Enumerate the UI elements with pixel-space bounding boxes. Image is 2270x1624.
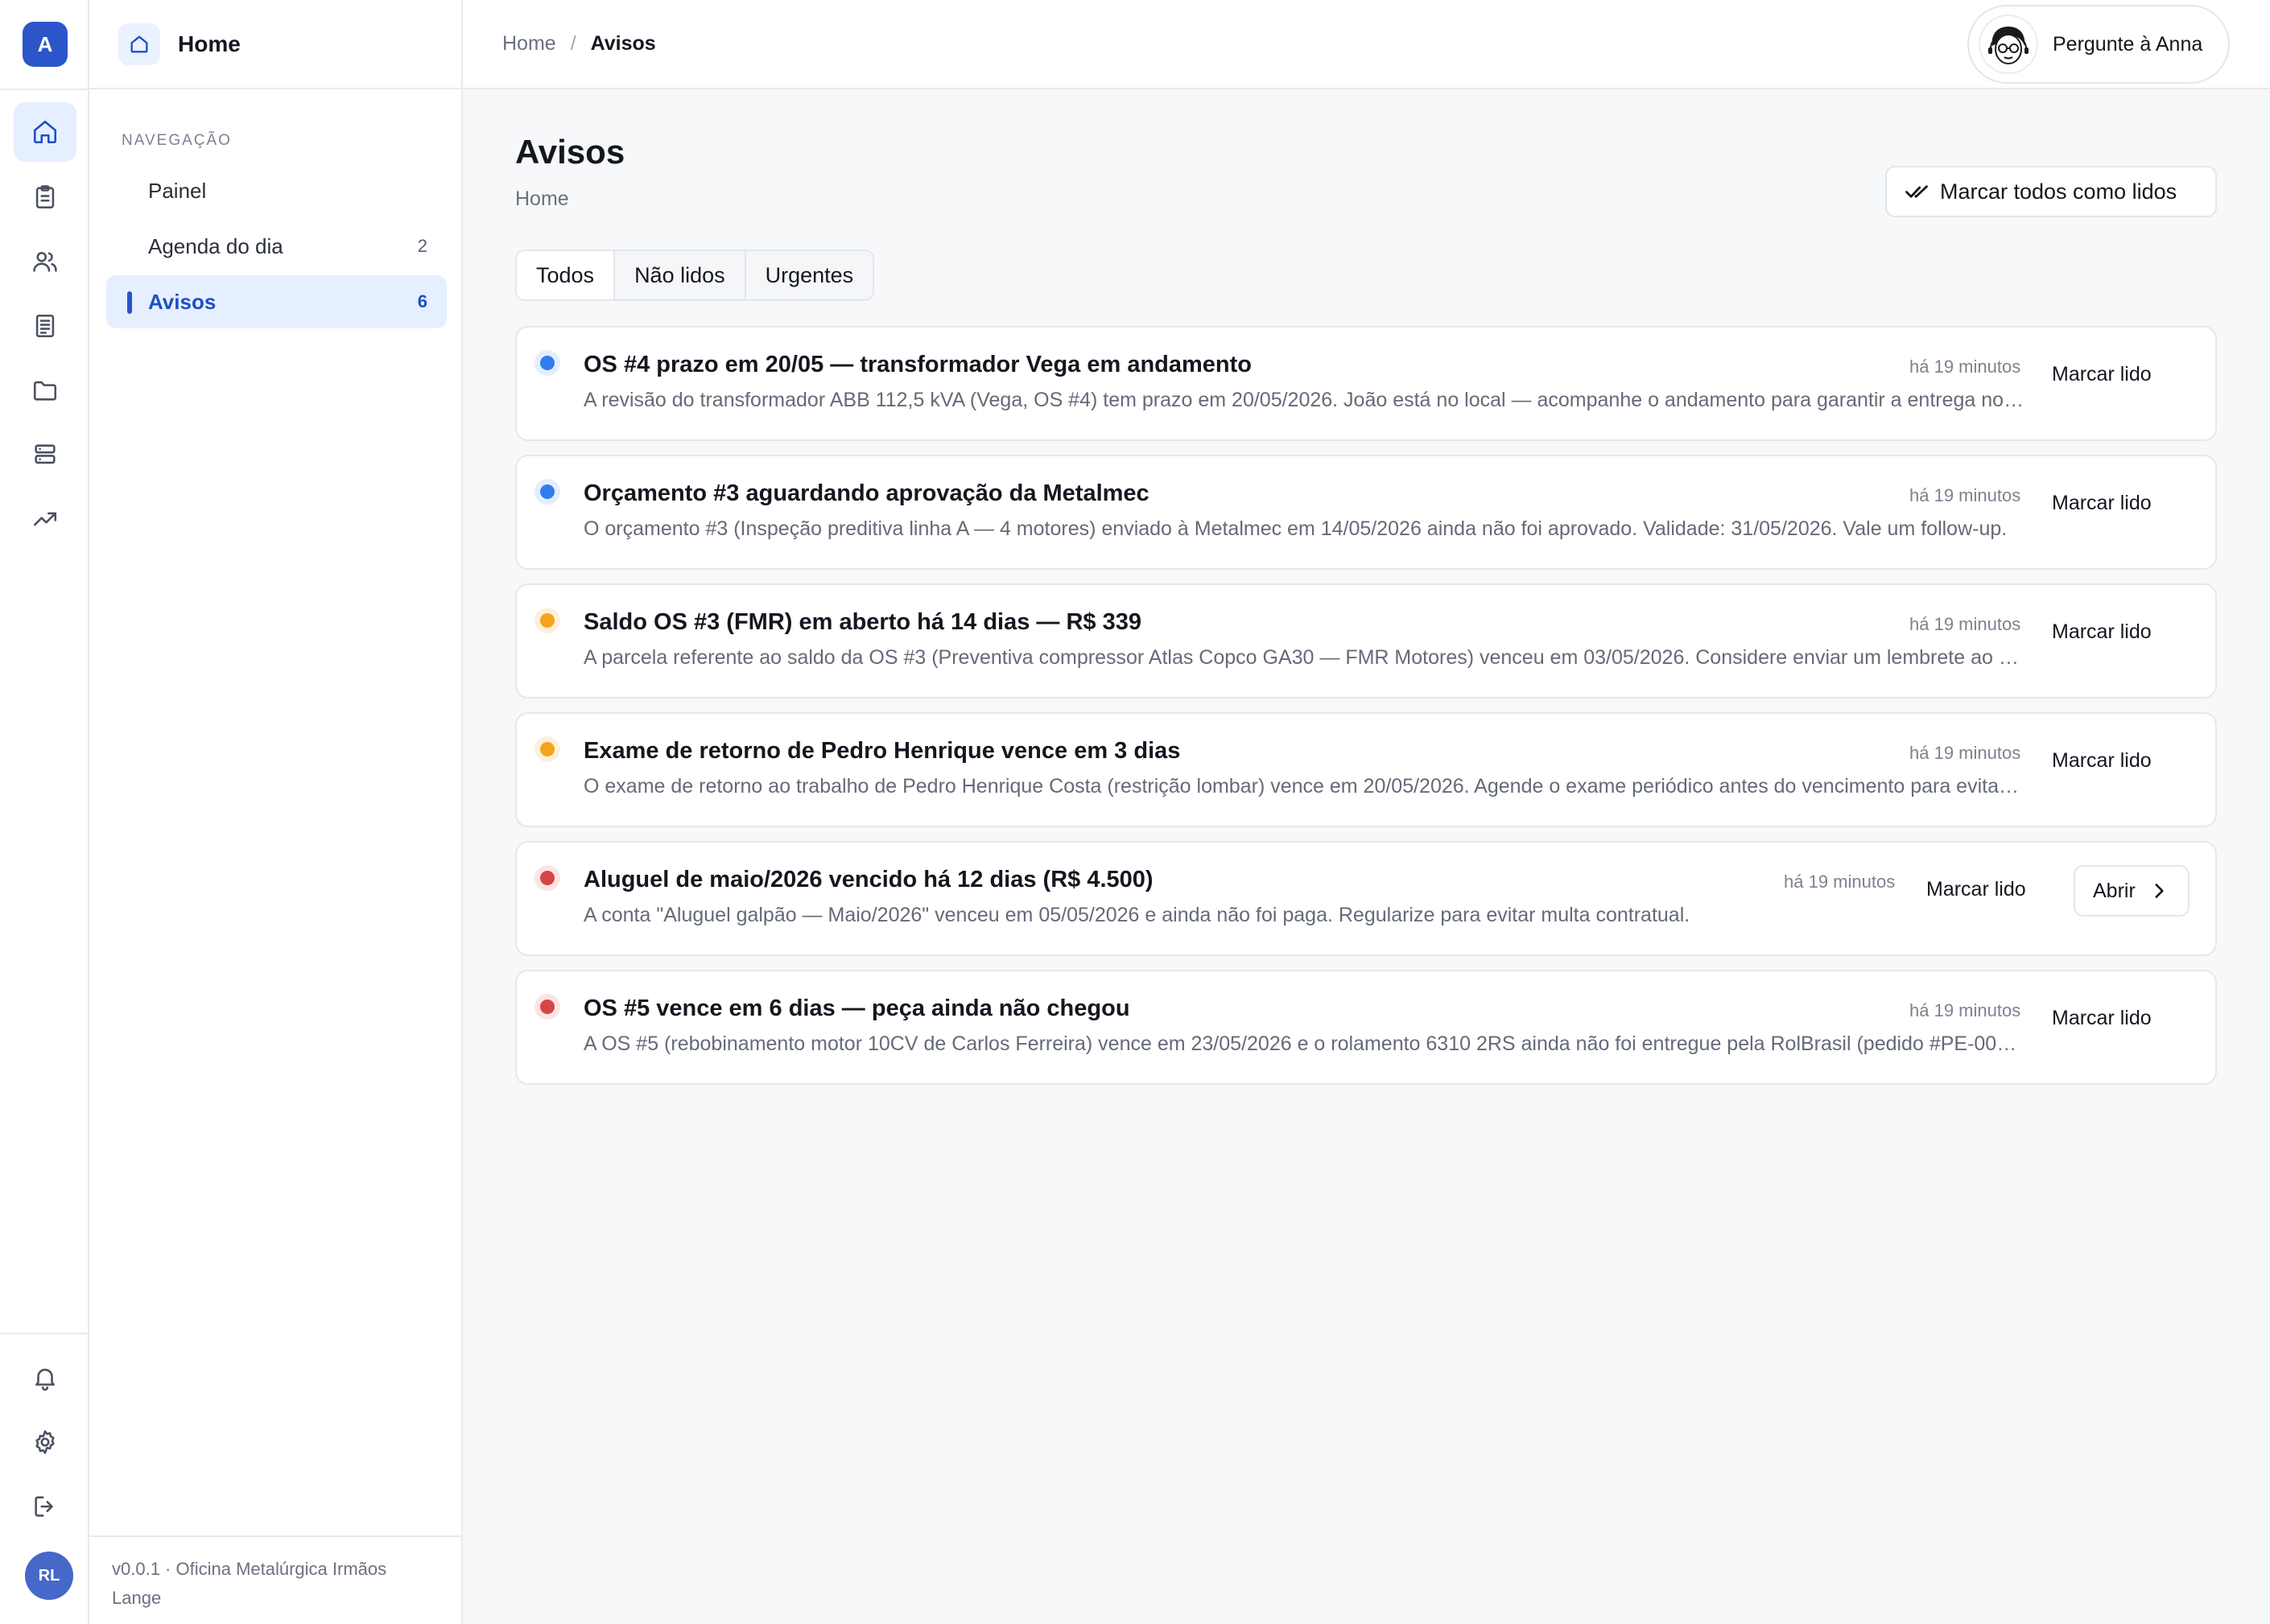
notification-time: há 19 minutos	[1909, 485, 2021, 505]
status-indicator	[534, 736, 560, 762]
mark-read-button[interactable]: Marcar lido	[2052, 492, 2152, 515]
notification-time: há 19 minutos	[1909, 743, 2021, 763]
notification-description: O exame de retorno ao trabalho de Pedro …	[584, 775, 2024, 798]
active-indicator	[127, 291, 132, 314]
notification-time: há 19 minutos	[1909, 1000, 2021, 1020]
notification-card[interactable]: Exame de retorno de Pedro Henrique vence…	[515, 712, 2217, 827]
tab-nao-lidos[interactable]: Não lidos	[615, 251, 746, 299]
rail-inventory-button[interactable]	[14, 425, 76, 484]
icon-rail: A RL	[0, 0, 89, 1624]
notification-time: há 19 minutos	[1784, 872, 1896, 892]
page-subtitle: Home	[515, 188, 569, 210]
rail-divider	[0, 89, 89, 90]
page-title: Avisos	[515, 133, 625, 171]
chevron-right-icon	[2155, 884, 2164, 898]
notification-card[interactable]: OS #5 vence em 6 dias — peça ainda não c…	[515, 970, 2217, 1085]
top-bar: Home / Avisos Pergunte à Anna	[463, 0, 2270, 89]
tab-todos[interactable]: Todos	[517, 251, 616, 299]
notification-title: Aluguel de maio/2026 vencido há 12 dias …	[584, 867, 1154, 892]
users-icon	[33, 252, 57, 272]
home-icon	[33, 120, 57, 144]
mark-all-read-label: Marcar todos como lidos	[1940, 179, 2177, 204]
home-badge	[118, 23, 160, 65]
notification-card[interactable]: Orçamento #3 aguardando aprovação da Met…	[515, 455, 2217, 570]
rail-invoices-button[interactable]	[14, 296, 76, 356]
status-indicator	[534, 865, 560, 891]
rail-divider-bottom	[0, 1333, 89, 1334]
filter-tabs: Todos Não lidos Urgentes	[515, 249, 875, 301]
version-footer: v0.0.1 · Oficina Metalúrgica Irmãos Lang…	[89, 1535, 461, 1624]
rail-files-button[interactable]	[14, 361, 76, 420]
open-button-label: Abrir	[2093, 879, 2136, 902]
notification-title: OS #4 prazo em 20/05 — transformador Veg…	[584, 352, 1253, 377]
notification-description: A OS #5 (rebobinamento motor 10CV de Car…	[584, 1033, 2024, 1055]
rail-clients-button[interactable]	[14, 232, 76, 291]
mark-all-read-button[interactable]: Marcar todos como lidos	[1885, 166, 2217, 217]
notification-list: OS #4 prazo em 20/05 — transformador Veg…	[515, 326, 2217, 1098]
sidenav-title: Home	[178, 31, 241, 56]
mark-read-button[interactable]: Marcar lido	[2052, 363, 2152, 386]
rail-reports-button[interactable]	[14, 489, 76, 549]
notification-card[interactable]: Aluguel de maio/2026 vencido há 12 dias …	[515, 841, 2217, 956]
mark-read-button[interactable]: Marcar lido	[2052, 620, 2152, 644]
breadcrumb-home[interactable]: Home	[502, 32, 556, 56]
mark-read-button[interactable]: Marcar lido	[2052, 1007, 2152, 1030]
status-indicator	[534, 350, 560, 376]
nav-item-label: Painel	[148, 178, 207, 203]
nav-item-painel[interactable]: Painel	[106, 164, 447, 217]
notification-description: A parcela referente ao saldo da OS #3 (P…	[584, 646, 2024, 669]
home-icon	[130, 35, 148, 52]
nav-section-label: NAVEGAÇÃO	[122, 132, 232, 149]
status-indicator	[534, 608, 560, 633]
open-button[interactable]: Abrir	[2074, 865, 2190, 917]
nav-item-label: Avisos	[148, 289, 217, 314]
nav-item-count: 2	[417, 236, 427, 256]
mark-read-button[interactable]: Marcar lido	[1926, 878, 2026, 901]
sidenav-header: Home	[89, 0, 461, 89]
ask-anna-button[interactable]: Pergunte à Anna	[1967, 5, 2230, 84]
notification-time: há 19 minutos	[1909, 614, 2021, 634]
folder-icon	[33, 381, 57, 401]
clipboard-icon	[35, 185, 55, 209]
app-logo[interactable]: A	[23, 22, 68, 67]
anna-avatar	[1979, 14, 2038, 74]
main-content: Avisos Home Marcar todos como lidos Todo…	[463, 89, 2270, 1624]
rail-logout-button[interactable]	[14, 1477, 76, 1536]
bell-icon	[35, 1368, 55, 1391]
rail-orders-button[interactable]	[14, 167, 76, 227]
nav-item-avisos[interactable]: Avisos 6	[106, 275, 447, 328]
user-avatar[interactable]: RL	[25, 1552, 73, 1600]
notification-title: OS #5 vence em 6 dias — peça ainda não c…	[584, 995, 1130, 1021]
rail-settings-button[interactable]	[14, 1412, 76, 1472]
rail-home-button[interactable]	[14, 102, 76, 162]
notification-title: Saldo OS #3 (FMR) em aberto há 14 dias —…	[584, 609, 1141, 635]
mark-read-button[interactable]: Marcar lido	[2052, 749, 2152, 773]
nav-item-agenda[interactable]: Agenda do dia 2	[106, 220, 447, 273]
nav-item-count: 6	[417, 291, 427, 311]
breadcrumb-current: Avisos	[590, 32, 656, 55]
notification-title: Exame de retorno de Pedro Henrique vence…	[584, 738, 1181, 764]
notification-description: O orçamento #3 (Inspeção preditiva linha…	[584, 517, 2008, 540]
nav-item-label: Agenda do dia	[148, 233, 283, 258]
logout-icon	[35, 1496, 53, 1517]
notification-title: Orçamento #3 aguardando aprovação da Met…	[584, 480, 1149, 506]
receipt-icon	[35, 314, 55, 338]
status-indicator	[534, 994, 560, 1020]
breadcrumb-separator: /	[570, 32, 576, 55]
status-indicator	[534, 479, 560, 505]
assistant-face-icon	[1988, 27, 2029, 64]
gear-icon	[35, 1430, 55, 1454]
side-navigation: Home NAVEGAÇÃO Painel Agenda do dia 2 Av…	[89, 0, 463, 1624]
rail-notifications-button[interactable]	[14, 1348, 76, 1408]
server-icon	[35, 444, 56, 464]
notification-card[interactable]: Saldo OS #3 (FMR) em aberto há 14 dias —…	[515, 583, 2217, 699]
notification-description: A conta "Aluguel galpão — Maio/2026" ven…	[584, 904, 1690, 926]
tab-urgentes[interactable]: Urgentes	[745, 251, 873, 299]
trending-up-icon	[33, 512, 57, 526]
notification-card[interactable]: OS #4 prazo em 20/05 — transformador Veg…	[515, 326, 2217, 441]
ask-anna-label: Pergunte à Anna	[2053, 32, 2203, 56]
notification-description: A revisão do transformador ABB 112,5 kVA…	[584, 389, 2024, 411]
double-check-icon	[1905, 185, 1928, 198]
notification-time: há 19 minutos	[1909, 357, 2021, 377]
